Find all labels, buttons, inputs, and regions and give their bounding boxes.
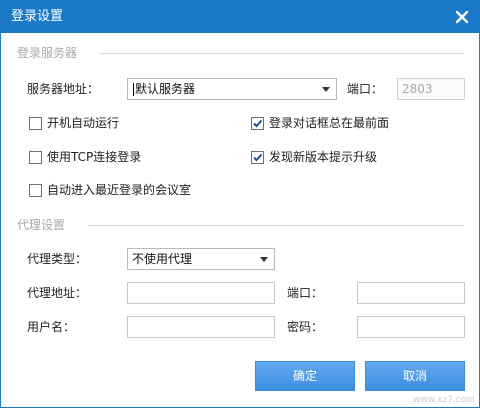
proxy-section-divider bbox=[87, 225, 465, 226]
option-always-on-top-label: 登录对话框总在最前面 bbox=[269, 116, 390, 130]
option-autostart-label: 开机自动运行 bbox=[47, 116, 120, 130]
proxy-section-heading: 代理设置 bbox=[17, 218, 66, 232]
title-bar: 登录设置 bbox=[1, 1, 479, 33]
proxy-type-value: 不使用代理 bbox=[132, 252, 193, 266]
proxy-address-label: 代理地址： bbox=[27, 286, 88, 300]
checkbox-update-prompt[interactable] bbox=[251, 151, 264, 164]
proxy-type-select[interactable]: 不使用代理 bbox=[127, 248, 275, 270]
proxy-type-label: 代理类型： bbox=[27, 252, 88, 266]
server-select-value: 默认服务器 bbox=[135, 82, 196, 96]
cancel-button[interactable]: 取消 bbox=[365, 361, 465, 391]
chevron-down-icon bbox=[260, 257, 268, 262]
watermark: www.xz7.com bbox=[413, 395, 475, 405]
dialog-title: 登录设置 bbox=[11, 9, 64, 24]
server-address-label: 服务器地址： bbox=[27, 82, 100, 96]
proxy-port-field[interactable] bbox=[357, 282, 465, 304]
server-select[interactable]: 默认服务器 bbox=[127, 78, 337, 100]
close-icon[interactable] bbox=[453, 8, 471, 26]
proxy-address-field[interactable] bbox=[127, 282, 275, 304]
checkbox-autostart[interactable] bbox=[29, 117, 42, 130]
username-field[interactable] bbox=[127, 316, 275, 338]
username-label: 用户名： bbox=[27, 320, 76, 334]
chevron-down-icon bbox=[322, 87, 330, 92]
checkbox-tcp-login[interactable] bbox=[29, 151, 42, 164]
ok-button[interactable]: 确定 bbox=[255, 361, 355, 391]
text-caret bbox=[133, 83, 134, 96]
password-field[interactable] bbox=[357, 316, 465, 338]
server-section-heading: 登录服务器 bbox=[17, 46, 78, 60]
option-auto-enter-room-label: 自动进入最近登录的会议室 bbox=[47, 183, 192, 197]
option-tcp-login-label: 使用TCP连接登录 bbox=[47, 150, 142, 164]
proxy-port-label: 端口： bbox=[287, 286, 324, 300]
checkbox-always-on-top[interactable] bbox=[251, 117, 264, 130]
server-section-divider bbox=[99, 53, 465, 54]
password-label: 密码： bbox=[287, 320, 324, 334]
checkbox-auto-enter-room[interactable] bbox=[29, 184, 42, 197]
login-settings-dialog: 登录设置 登录服务器 服务器地址： 默认服务器 端口： 开机自动运行 登录对话框… bbox=[0, 0, 480, 408]
option-update-prompt-label: 发现新版本提示升级 bbox=[269, 150, 378, 164]
server-port-label: 端口： bbox=[347, 82, 384, 96]
checkmark-icon bbox=[253, 153, 263, 162]
server-port-field[interactable] bbox=[397, 78, 465, 100]
checkmark-icon bbox=[253, 119, 263, 128]
